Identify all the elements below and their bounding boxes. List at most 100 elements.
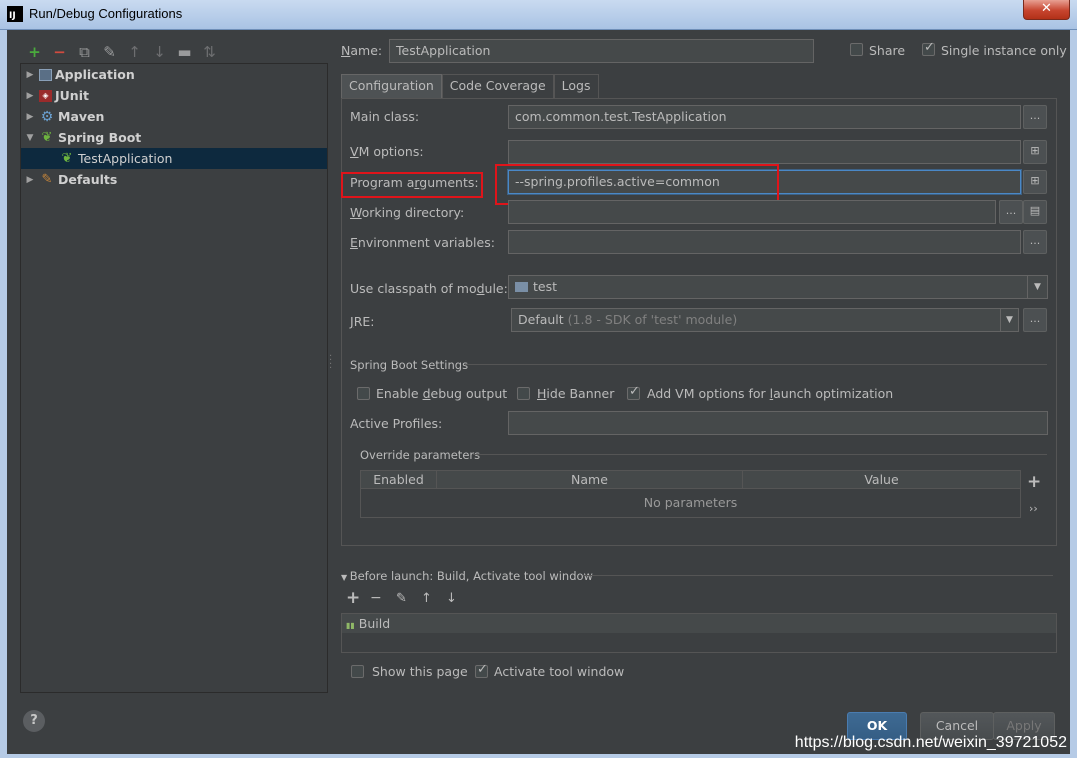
vm-options-expand-button[interactable]: ⊞ [1023,140,1047,164]
override-parameters-table: Enabled Name Value No parameters [360,470,1021,518]
add-task-icon[interactable]: + [346,588,360,608]
tab-logs[interactable]: Logs [553,74,599,98]
spring-app-icon: ❦ [61,151,73,166]
collapse-arrow-icon: ▼ [341,573,350,582]
tab-code-coverage[interactable]: Code Coverage [441,74,554,98]
module-icon [515,282,528,292]
jre-select[interactable]: Default (1.8 - SDK of 'test' module) ▼ [511,308,1019,332]
expand-arrow-icon[interactable]: ▶ [21,70,39,80]
tree-item-maven[interactable]: ▶ ⚙ Maven [21,106,327,127]
working-directory-browse-button[interactable]: ... [999,200,1023,224]
activate-tool-window-checkbox[interactable] [475,662,488,678]
window-title: Run/Debug Configurations [29,6,183,21]
section-divider [465,364,1047,365]
tree-item-defaults[interactable]: ▶ ✎ Defaults [21,169,327,190]
show-page-checkbox[interactable] [351,665,364,678]
tree-item-testapplication[interactable]: ❦ TestApplication [21,148,327,169]
edit-defaults-icon[interactable]: ✎ [100,42,119,61]
before-launch-title: Before launch: Build, Activate tool wind… [349,569,593,583]
tree-item-application[interactable]: ▶ Application [21,64,327,85]
highlight-box-field [495,164,779,205]
edit-task-icon[interactable]: ✎ [396,591,407,606]
defaults-icon: ✎ [41,172,53,187]
share-label: Share [869,43,906,58]
add-icon[interactable]: + [25,42,44,61]
activate-tool-window-label: Activate tool window [494,664,625,679]
chevron-down-icon[interactable]: ▼ [1027,276,1047,298]
jre-label: JRE: [350,314,375,329]
working-directory-field[interactable] [508,200,996,224]
before-launch-task-list: ▮▮ Build [341,613,1057,653]
main-class-label: Main class: [350,109,420,124]
tree-item-label: JUnit [55,88,89,103]
window-frame-bottom [0,754,1077,758]
spring-boot-icon: ❦ [41,130,53,145]
more-icon[interactable]: ›› [1029,502,1038,515]
watermark-text: https://blog.csdn.net/weixin_39721052 [794,734,1067,751]
program-arguments-expand-button[interactable]: ⊞ [1023,170,1047,194]
copy-icon[interactable]: ⧉ [75,42,94,61]
tree-item-spring-boot[interactable]: ▼ ❦ Spring Boot [21,127,327,148]
add-parameter-icon[interactable]: + [1027,472,1041,492]
configuration-tree: ▶ Application ▶ ◈ JUnit ▶ ⚙ Maven ▼ ❦ Sp… [20,63,328,693]
hide-banner-checkbox[interactable] [517,387,530,400]
share-checkbox[interactable] [850,43,863,56]
vm-launch-optimization-checkbox[interactable] [627,384,640,400]
build-icon: ▮▮ [346,621,355,630]
classpath-select[interactable]: test ▼ [508,275,1048,299]
column-header-enabled[interactable]: Enabled [361,471,437,488]
move-down-icon[interactable]: ↓ [150,42,169,61]
sort-icon[interactable]: ⇅ [200,42,219,61]
list-item[interactable]: ▮▮ Build [342,614,1056,633]
collapse-arrow-icon[interactable]: ▼ [21,133,39,143]
vm-options-label: VM options: [350,144,424,159]
tree-item-label: Maven [58,109,105,124]
move-up-icon[interactable]: ↑ [125,42,144,61]
remove-task-icon[interactable]: − [370,590,382,606]
show-page-label: Show this page [372,664,468,679]
config-toolbar: + − ⧉ ✎ ↑ ↓ ▬ ⇅ [25,42,219,61]
dialog-content: + − ⧉ ✎ ↑ ↓ ▬ ⇅ ▶ Application ▶ ◈ JUnit … [7,30,1070,754]
build-task-label: Build [358,616,391,631]
window-frame-left [0,30,7,758]
single-instance-checkbox[interactable] [922,40,935,56]
column-header-name[interactable]: Name [437,471,743,488]
enable-debug-checkbox[interactable] [357,387,370,400]
tree-item-label: Application [55,67,135,82]
empty-table-text: No parameters [643,495,738,510]
move-task-up-icon[interactable]: ↑ [421,591,432,606]
name-field[interactable]: TestApplication [389,39,814,63]
hide-banner-label: Hide Banner [537,386,615,401]
working-directory-label: Working directory: [350,205,465,220]
window-close-button[interactable]: ✕ [1023,0,1070,20]
tab-configuration[interactable]: Configuration [341,74,442,98]
main-class-browse-button[interactable]: ... [1023,105,1047,129]
vm-options-field[interactable] [508,140,1021,164]
expand-arrow-icon[interactable]: ▶ [21,112,39,122]
main-class-field[interactable]: com.common.test.TestApplication [508,105,1021,129]
working-directory-macro-button[interactable]: ▤ [1023,200,1047,224]
application-icon [39,68,52,81]
active-profiles-field[interactable] [508,411,1048,435]
classpath-label: Use classpath of module: [350,281,508,296]
expand-arrow-icon[interactable]: ▶ [21,91,39,101]
column-header-value[interactable]: Value [743,471,1020,488]
environment-variables-field[interactable] [508,230,1021,254]
move-task-down-icon[interactable]: ↓ [446,591,457,606]
before-launch-toggle[interactable]: ▼ Before launch: Build, Activate tool wi… [341,569,593,583]
expand-arrow-icon[interactable]: ▶ [21,175,39,185]
help-button[interactable]: ? [23,710,45,732]
jre-value: Default [518,312,564,327]
config-tabs: Configuration Code Coverage Logs [341,74,599,98]
jre-browse-button[interactable]: ... [1023,308,1047,332]
name-label: Name: [341,43,383,58]
active-profiles-label: Active Profiles: [350,416,443,431]
enable-debug-label: Enable debug output [376,386,508,401]
chevron-down-icon[interactable]: ▼ [1000,309,1018,331]
window-frame-right [1070,30,1077,758]
folder-icon[interactable]: ▬ [175,42,194,61]
environment-variables-button[interactable]: ... [1023,230,1047,254]
remove-icon[interactable]: − [50,42,69,61]
tree-item-junit[interactable]: ▶ ◈ JUnit [21,85,327,106]
splitter-handle[interactable]: · · · · [329,352,332,374]
